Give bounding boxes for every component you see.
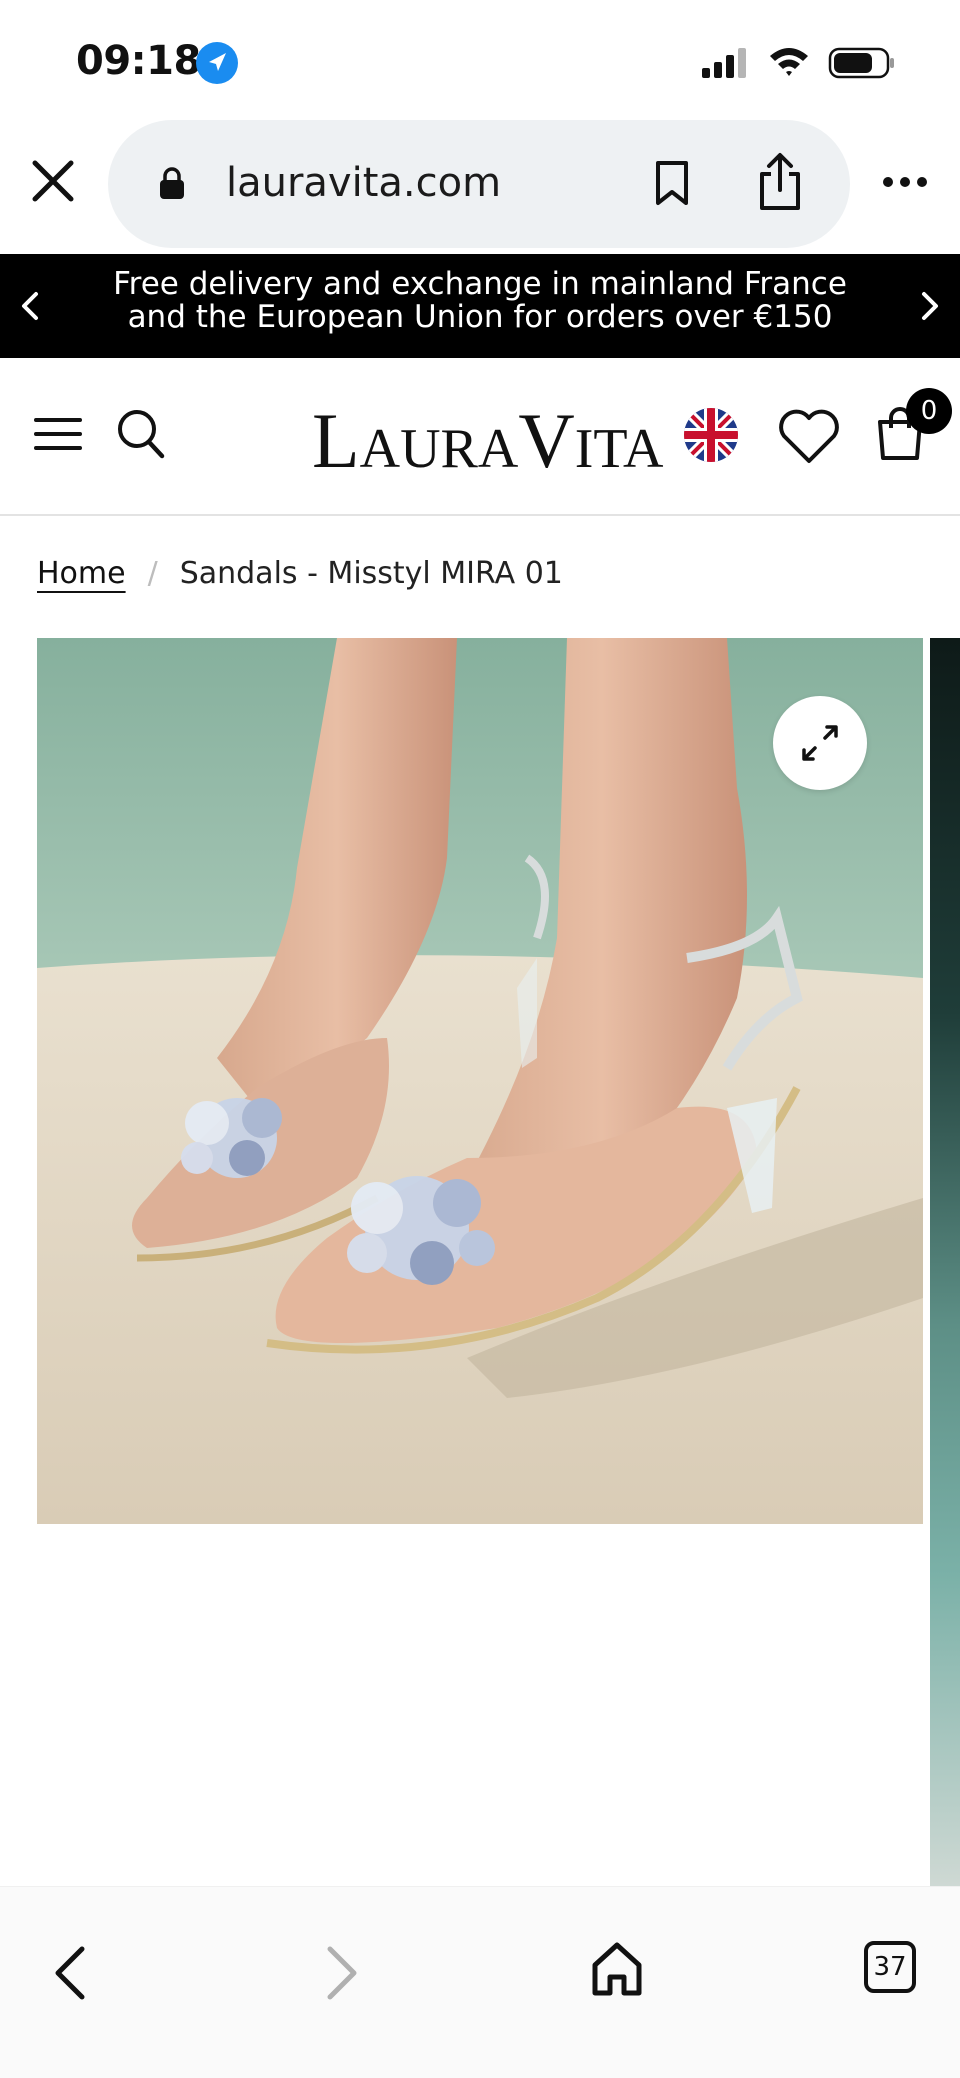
forward-icon[interactable] [322,1943,362,2003]
browser-bar: lauravita.com [0,120,960,254]
more-icon[interactable] [882,172,928,192]
expand-image-button[interactable] [773,696,867,790]
battery-icon [828,46,896,80]
promo-banner: Free delivery and exchange in mainland F… [0,254,960,358]
chevron-left-icon[interactable] [10,284,50,328]
breadcrumb: Home / Sandals - Misstyl MIRA 01 [37,556,563,591]
url-text: lauravita.com [226,160,502,206]
next-product-image-peek[interactable] [930,638,960,1888]
search-icon[interactable] [116,408,166,460]
wishlist-heart-icon[interactable] [776,406,842,466]
breadcrumb-current: Sandals - Misstyl MIRA 01 [179,556,563,591]
home-icon[interactable] [590,1939,644,1999]
back-icon[interactable] [50,1943,90,2003]
status-bar: 09:18 [0,0,960,120]
address-bar[interactable]: lauravita.com [108,120,850,248]
lock-icon [158,166,186,200]
breadcrumb-separator: / [147,556,158,591]
cart-count-badge: 0 [906,388,952,434]
bookmark-icon[interactable] [652,160,692,206]
browser-toolbar: 37 [0,1886,960,2078]
menu-icon[interactable] [34,414,82,454]
site-header: LAURAVITA 0 [0,358,960,516]
lauravita-logo[interactable]: LAURAVITA [312,396,664,486]
promo-text: Free delivery and exchange in mainland F… [113,266,847,335]
uk-flag-icon[interactable] [684,408,738,462]
chevron-right-icon[interactable] [910,284,950,328]
breadcrumb-home-link[interactable]: Home [37,556,126,591]
share-icon[interactable] [754,152,806,212]
wifi-icon [768,44,810,78]
status-time: 09:18 [76,38,201,84]
tabs-icon[interactable]: 37 [864,1941,916,1993]
cellular-signal-icon [700,46,750,78]
location-arrow-icon [196,42,238,84]
close-icon[interactable] [30,158,76,204]
